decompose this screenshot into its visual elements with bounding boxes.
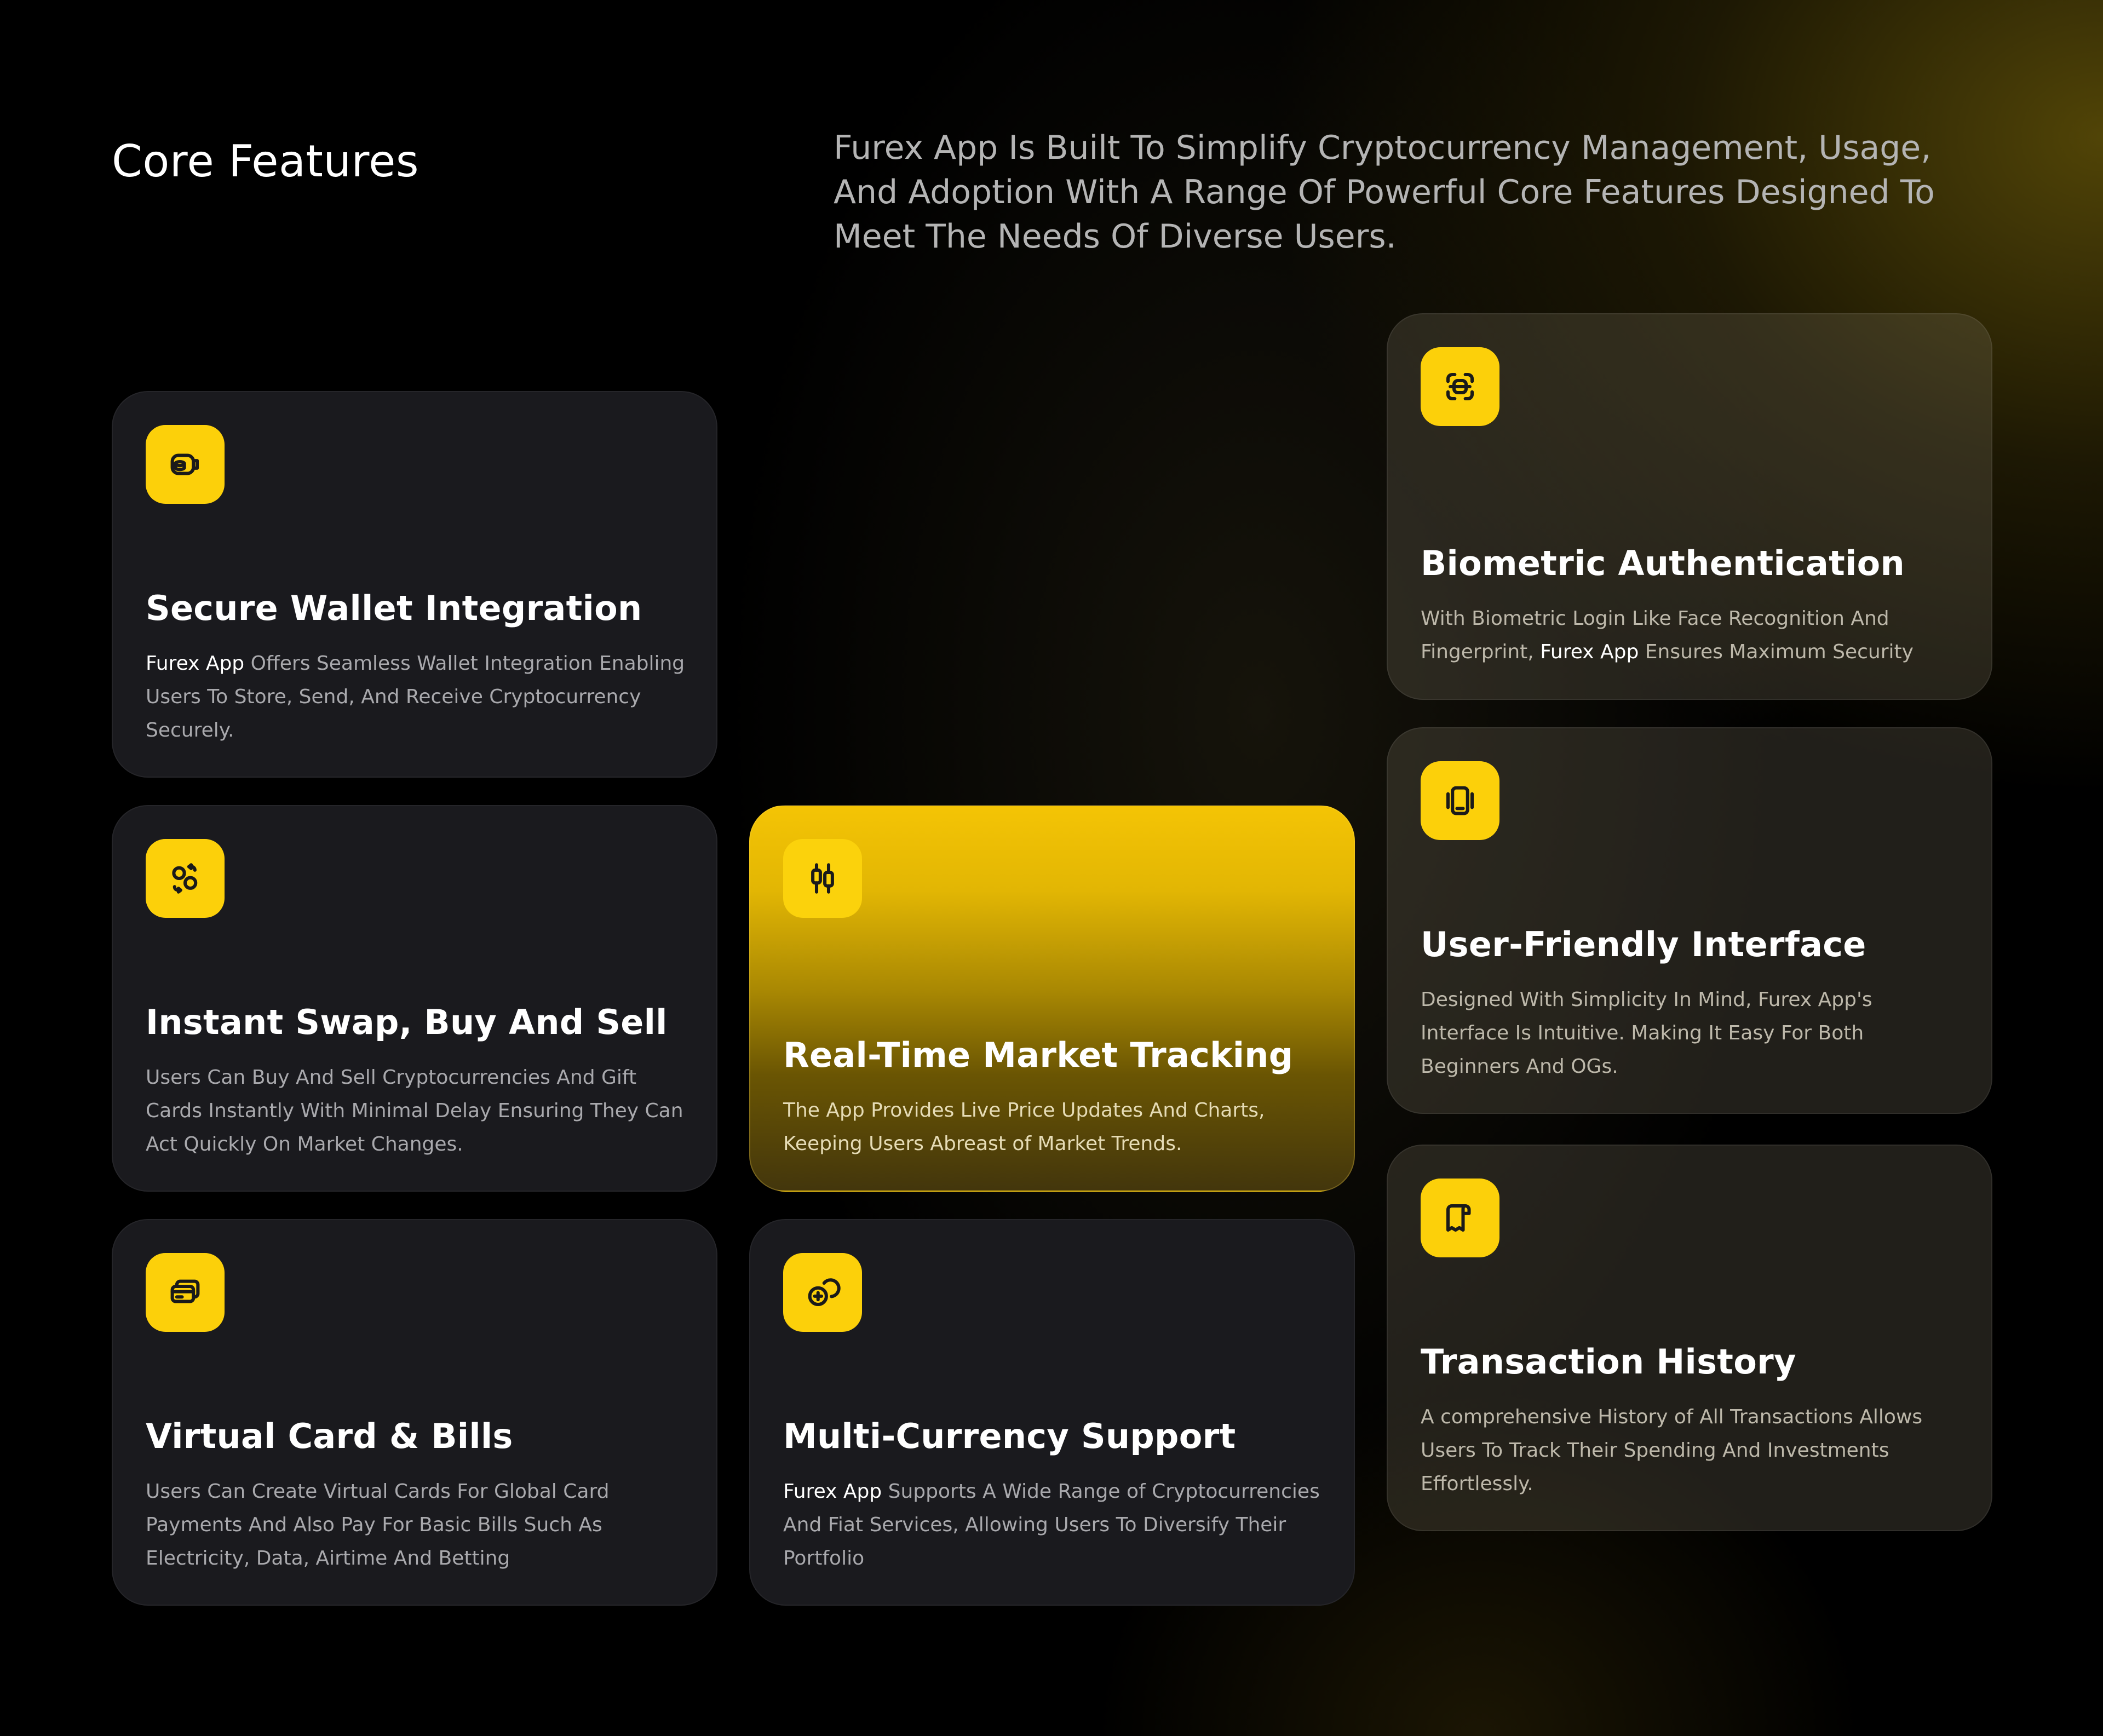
receipt-history-icon <box>1421 1179 1499 1257</box>
feature-title: Instant Swap, Buy And Sell <box>146 1002 668 1042</box>
feature-description: Users Can Buy And Sell Cryptocurrencies … <box>146 1066 683 1156</box>
feature-card-instant-swap: Instant Swap, Buy And Sell Users Can Buy… <box>112 805 717 1192</box>
feature-title: Secure Wallet Integration <box>146 588 642 628</box>
swap-exchange-icon <box>146 839 225 918</box>
feature-description: Furex App Supports A Wide Range of Crypt… <box>783 1475 1326 1575</box>
feature-title: Real-Time Market Tracking <box>783 1035 1294 1075</box>
brand-name: Furex App <box>1540 641 1639 663</box>
wallet-coins-icon <box>146 425 225 504</box>
brand-name: Furex App <box>146 652 245 675</box>
feature-description: The App Provides Live Price Updates And … <box>783 1099 1265 1155</box>
feature-card-user-interface: User-Friendly Interface Designed With Si… <box>1387 727 1992 1114</box>
feature-card-multi-currency: Multi-Currency Support Furex App Support… <box>749 1219 1355 1606</box>
mobile-interface-icon <box>1421 761 1499 840</box>
feature-card-secure-wallet: Secure Wallet Integration Furex App Offe… <box>112 391 717 778</box>
feature-description: Designed With Simplicity In Mind, Furex … <box>1421 988 1872 1078</box>
card-stack-icon <box>146 1253 225 1332</box>
feature-title: Multi-Currency Support <box>783 1416 1236 1456</box>
feature-card-virtual-card: Virtual Card & Bills Users Can Create Vi… <box>112 1219 717 1606</box>
coins-icon <box>783 1253 862 1332</box>
page-title: Core Features <box>112 136 420 187</box>
face-scan-icon <box>1421 347 1499 426</box>
feature-title: Virtual Card & Bills <box>146 1416 513 1456</box>
feature-card-transaction-history: Transaction History A comprehensive Hist… <box>1387 1145 1992 1531</box>
feature-description: Furex App Offers Seamless Wallet Integra… <box>146 647 689 747</box>
feature-description: A comprehensive History of All Transacti… <box>1421 1406 1923 1495</box>
core-features-page: Core Features Furex App Is Built To Simp… <box>0 0 2103 1736</box>
brand-name: Furex App <box>783 1480 882 1503</box>
feature-card-market-tracking: Real-Time Market Tracking The App Provid… <box>749 805 1355 1192</box>
feature-card-biometric: Biometric Authentication With Biometric … <box>1387 313 1992 700</box>
feature-description: Users Can Create Virtual Cards For Globa… <box>146 1480 610 1570</box>
intro-text: Furex App Is Built To Simplify Cryptocur… <box>834 129 1935 256</box>
candlestick-chart-icon <box>783 839 862 918</box>
feature-description-text: Ensures Maximum Security <box>1639 641 1914 663</box>
feature-title: Biometric Authentication <box>1421 543 1905 583</box>
feature-title: User-Friendly Interface <box>1421 924 1866 964</box>
feature-title: Transaction History <box>1421 1342 1796 1382</box>
feature-description: With Biometric Login Like Face Recogniti… <box>1421 602 1964 669</box>
